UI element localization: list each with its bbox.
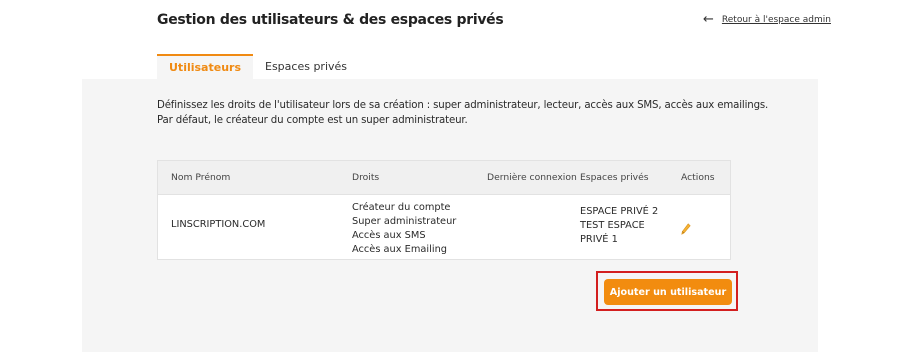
column-header-last-login: Dernière connexion [487, 172, 577, 183]
tab-private-spaces[interactable]: Espaces privés [253, 54, 359, 79]
column-header-rights: Droits [352, 172, 380, 183]
pencil-icon[interactable] [681, 220, 691, 239]
tab-bar: Utilisateurs Espaces privés [157, 54, 359, 79]
private-space-line: TEST ESPACE [580, 220, 645, 231]
description-line-2: Par défaut, le créateur du compte est un… [157, 115, 468, 126]
private-space-line: ESPACE PRIVÉ 2 [580, 206, 659, 217]
tab-users[interactable]: Utilisateurs [157, 54, 253, 79]
column-header-name: Nom Prénom [171, 172, 231, 183]
table-header: Nom Prénom Droits Dernière connexion Esp… [158, 161, 730, 195]
right-item: Accès aux SMS [352, 230, 426, 241]
back-to-admin-link[interactable]: ← Retour à l'espace admin [703, 13, 831, 26]
description: Définissez les droits de l'utilisateur l… [157, 98, 768, 128]
column-header-actions: Actions [681, 172, 715, 183]
users-table: Nom Prénom Droits Dernière connexion Esp… [157, 160, 731, 260]
right-item: Accès aux Emailing [352, 244, 448, 255]
page-title: Gestion des utilisateurs & des espaces p… [157, 12, 504, 28]
arrow-left-icon: ← [703, 12, 714, 27]
user-name-cell: LINSCRIPTION.COM [171, 219, 266, 230]
column-header-private-spaces: Espaces privés [580, 172, 649, 183]
right-item: Super administrateur [352, 216, 457, 227]
back-link-label: Retour à l'espace admin [721, 14, 831, 25]
private-space-line: PRIVÉ 1 [580, 234, 618, 245]
user-rights-cell: Créateur du compte Super administrateur … [352, 201, 456, 257]
add-user-button[interactable]: Ajouter un utilisateur [604, 279, 732, 305]
right-item: Créateur du compte [352, 202, 451, 213]
description-line-1: Définissez les droits de l'utilisateur l… [157, 100, 769, 111]
private-spaces-cell: ESPACE PRIVÉ 2 TEST ESPACE PRIVÉ 1 [580, 205, 658, 247]
